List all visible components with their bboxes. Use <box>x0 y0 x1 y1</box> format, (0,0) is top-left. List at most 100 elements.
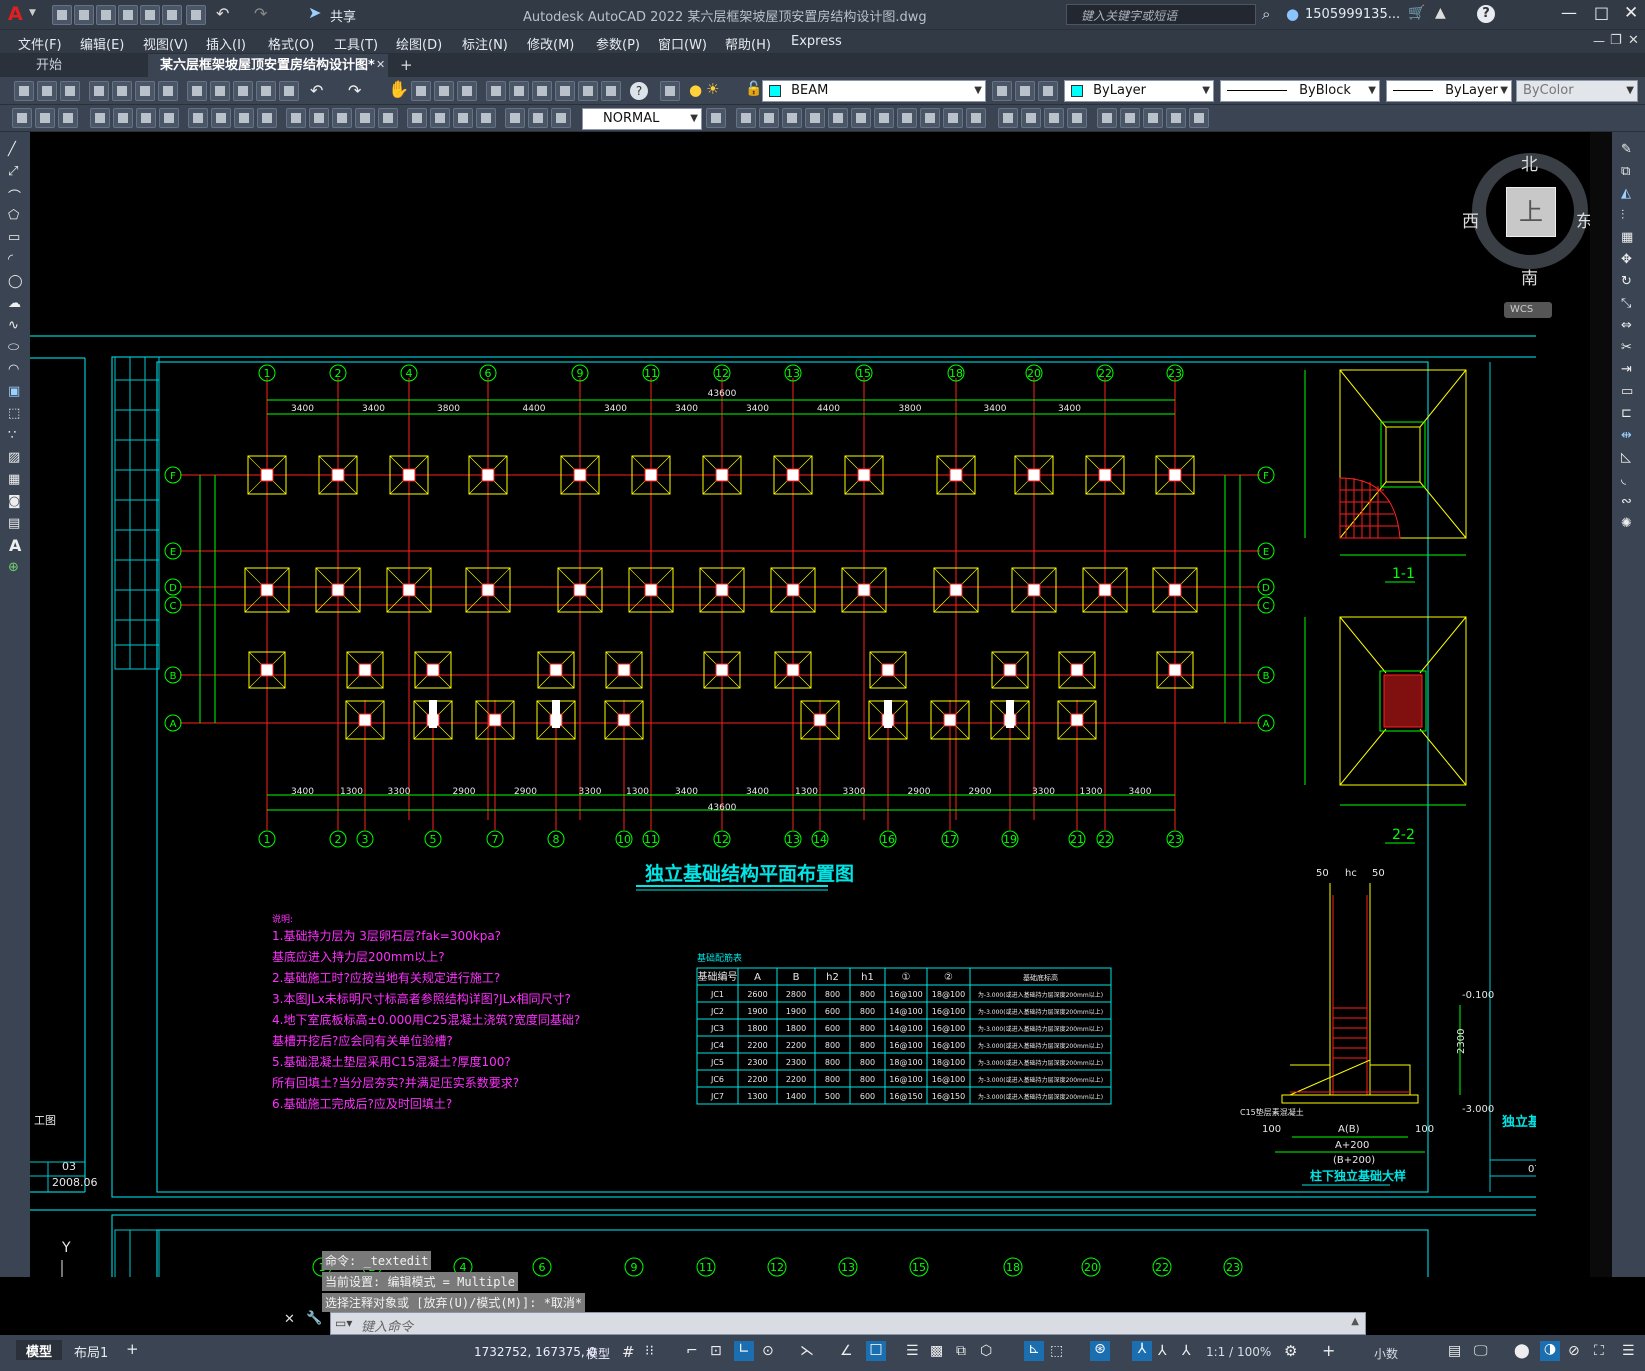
ellipse-icon[interactable]: ⬭ <box>8 340 19 355</box>
menu-express[interactable]: Express <box>791 34 842 49</box>
compass-west[interactable]: 西 <box>1462 207 1479 232</box>
dim-jogged-icon[interactable] <box>211 108 231 128</box>
dim-3-icon[interactable] <box>58 108 78 128</box>
annotation-monitor-icon[interactable]: + <box>1322 1341 1335 1360</box>
mirror-icon[interactable]: ◭ <box>1621 186 1631 201</box>
polyline-icon[interactable]: ⌒ <box>8 186 21 205</box>
dim-update-icon[interactable] <box>551 108 571 128</box>
dynamic-input-icon[interactable]: ⊡ <box>710 1343 722 1359</box>
chevron-down-icon[interactable]: ▼ <box>29 8 36 18</box>
calculator-icon[interactable] <box>601 81 621 101</box>
minimize-icon[interactable]: — <box>1561 3 1577 22</box>
break-icon[interactable]: ⊏ <box>1621 406 1632 421</box>
view-3-icon[interactable] <box>782 108 802 128</box>
save-as-icon[interactable] <box>118 5 138 25</box>
ortho-icon[interactable]: ∟ <box>734 1341 754 1361</box>
user-icon[interactable]: ● <box>1286 5 1299 23</box>
view-4-icon[interactable] <box>805 108 825 128</box>
copy-object-icon[interactable]: ⧉ <box>1621 164 1630 179</box>
dim-edit-icon[interactable] <box>505 108 525 128</box>
properties-icon[interactable] <box>486 81 506 101</box>
polygon-icon[interactable]: ⬠ <box>8 208 19 223</box>
join-icon[interactable]: ⇹ <box>1621 428 1632 443</box>
dim-baseline-icon[interactable] <box>309 108 329 128</box>
polar-icon[interactable]: ⊙ <box>762 1343 774 1359</box>
open-web-icon[interactable] <box>140 5 160 25</box>
lock-ui-icon[interactable]: 🖵 <box>1474 1343 1488 1359</box>
annotation-scale-icon[interactable]: ⅄ <box>1182 1343 1191 1359</box>
share-icon[interactable]: ➤ <box>308 3 321 22</box>
insert-block-icon[interactable]: ▣ <box>8 384 20 399</box>
ucs-1-icon[interactable] <box>1097 108 1117 128</box>
layer-previous-icon[interactable] <box>1015 81 1035 101</box>
viewcube-top-face[interactable]: 上 <box>1506 187 1556 237</box>
menu-format[interactable]: 格式(O) <box>268 34 314 53</box>
open-icon[interactable] <box>74 5 94 25</box>
doc-close-icon[interactable]: ✕ <box>1628 33 1639 48</box>
point-icon[interactable]: ∵ <box>8 428 16 443</box>
annotation-visibility-icon[interactable]: ⅄ <box>1132 1341 1152 1361</box>
erase-icon[interactable]: ✎ <box>1621 142 1632 157</box>
dynucs-icon[interactable]: ⊾ <box>1024 1341 1044 1361</box>
dimstyle-manager-icon[interactable] <box>706 108 726 128</box>
plotstyle-dropdown[interactable]: ByColor ▼ <box>1516 80 1638 102</box>
color-dropdown[interactable]: ByLayer ▼ <box>1064 80 1214 102</box>
shade-3-icon[interactable] <box>1044 108 1064 128</box>
hardware-accel-icon[interactable]: ◑ <box>1540 1341 1560 1361</box>
paste-icon[interactable] <box>233 81 253 101</box>
new-icon[interactable] <box>52 5 72 25</box>
move-icon[interactable]: ✥ <box>1621 252 1632 267</box>
copy-icon[interactable] <box>210 81 230 101</box>
doc-restore-icon[interactable]: ❐ <box>1610 33 1622 48</box>
selection-cycling-icon[interactable]: ⧉ <box>956 1343 966 1359</box>
menu-window[interactable]: 窗口(W) <box>658 34 707 53</box>
make-block-icon[interactable]: ⬚ <box>8 406 20 421</box>
menu-modify[interactable]: 修改(M) <box>527 34 574 53</box>
view-6-icon[interactable] <box>851 108 871 128</box>
rotate-icon[interactable]: ↻ <box>1621 274 1632 289</box>
transparency-icon[interactable]: ▩ <box>930 1343 943 1359</box>
dim-quick-icon[interactable] <box>286 108 306 128</box>
undo-toolbar-icon[interactable]: ↶ <box>310 81 323 100</box>
offset-icon[interactable]: ⫶ <box>1621 208 1624 223</box>
3dosnap-icon[interactable]: ⬡ <box>980 1343 992 1359</box>
shade-4-icon[interactable] <box>1067 108 1087 128</box>
layer-match-icon[interactable] <box>1038 81 1058 101</box>
view-7-icon[interactable] <box>874 108 894 128</box>
annotation-scale-value[interactable]: 1:1 / 100% <box>1206 1345 1271 1359</box>
linetype-dropdown[interactable]: ByBlock ▼ <box>1220 80 1380 102</box>
command-expand-icon[interactable]: ▲ <box>1351 1316 1359 1327</box>
markup-icon[interactable] <box>578 81 598 101</box>
tab-drawing-close-icon[interactable]: ✕ <box>376 58 385 71</box>
user-name[interactable]: 1505999135... <box>1305 7 1400 22</box>
circle-icon[interactable]: ◯ <box>8 274 23 289</box>
zoom-previous-icon[interactable] <box>457 81 477 101</box>
array-icon[interactable]: ▦ <box>1621 230 1633 245</box>
dim-radius-icon[interactable] <box>188 108 208 128</box>
ucs-2-icon[interactable] <box>1120 108 1140 128</box>
autodesk-icon[interactable]: ▲ <box>1435 5 1446 21</box>
dim-arc-icon[interactable] <box>136 108 156 128</box>
maximize-icon[interactable]: □ <box>1594 3 1609 22</box>
cart-icon[interactable]: 🛒 <box>1408 5 1425 21</box>
blockedit-icon[interactable] <box>279 81 299 101</box>
menu-view[interactable]: 视图(V) <box>143 34 188 53</box>
sheetset-icon[interactable] <box>555 81 575 101</box>
dim-angular-icon[interactable] <box>257 108 277 128</box>
new-tab-button[interactable]: + <box>400 56 413 74</box>
open-file-icon[interactable] <box>37 81 57 101</box>
designcenter-icon[interactable] <box>509 81 529 101</box>
dim-continue-icon[interactable] <box>332 108 352 128</box>
ellipse-arc-icon[interactable]: ◠ <box>8 362 19 377</box>
undo-icon[interactable]: ↶ <box>216 4 229 23</box>
osnap-icon[interactable]: □ <box>866 1341 886 1361</box>
help-icon[interactable]: ? <box>1477 5 1495 23</box>
table-icon[interactable]: ▤ <box>8 516 20 531</box>
view-9-icon[interactable] <box>920 108 940 128</box>
ucs-5-icon[interactable] <box>1189 108 1209 128</box>
pan-icon[interactable]: ✋ <box>388 80 409 100</box>
layout-tab-add[interactable]: + <box>126 1340 139 1358</box>
region-icon[interactable]: ◙ <box>8 494 21 509</box>
menu-edit[interactable]: 编辑(E) <box>80 34 124 53</box>
extend-icon[interactable]: ⇥ <box>1621 362 1632 377</box>
